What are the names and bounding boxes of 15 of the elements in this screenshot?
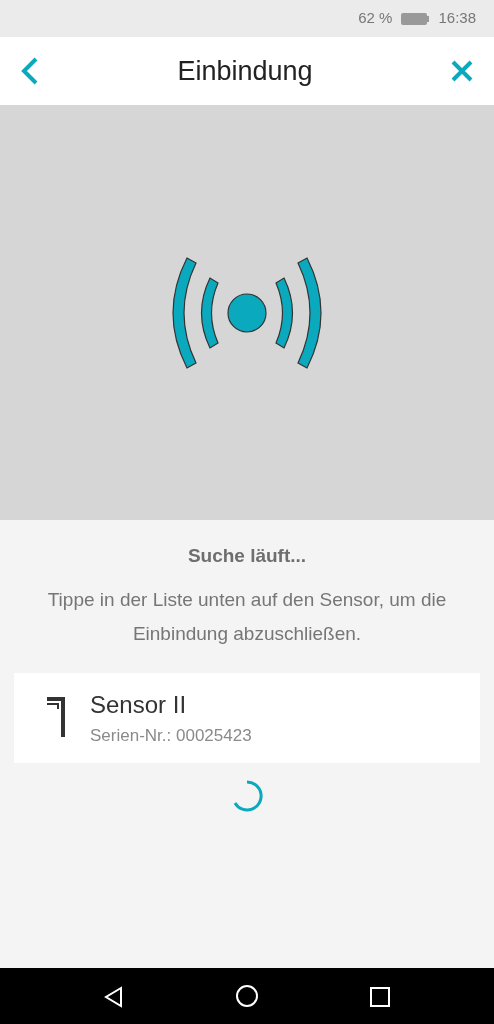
circle-icon bbox=[235, 984, 259, 1009]
close-icon bbox=[450, 59, 474, 84]
square-icon bbox=[369, 985, 391, 1008]
instruction-text: Tippe in der Liste unten auf den Sensor, um die Einbindung abzuschließen. bbox=[46, 587, 448, 646]
status-title: Suche läuft... bbox=[187, 544, 307, 568]
sensor-list-item[interactable]: Sensor II Serien-Nr.: 00025423 bbox=[14, 672, 480, 763]
screen-title: Einbindung bbox=[177, 54, 313, 88]
triangle-icon bbox=[103, 985, 125, 1008]
serial-number: Serien-Nr.: 00025423 bbox=[90, 724, 252, 747]
sensor-icon bbox=[46, 696, 66, 739]
chevron-left-icon bbox=[20, 56, 40, 86]
battery-text: 62 % bbox=[358, 8, 393, 29]
sensor-name: Sensor II bbox=[90, 689, 188, 720]
clock-text: 16:38 bbox=[438, 8, 476, 29]
battery-icon bbox=[400, 11, 431, 26]
